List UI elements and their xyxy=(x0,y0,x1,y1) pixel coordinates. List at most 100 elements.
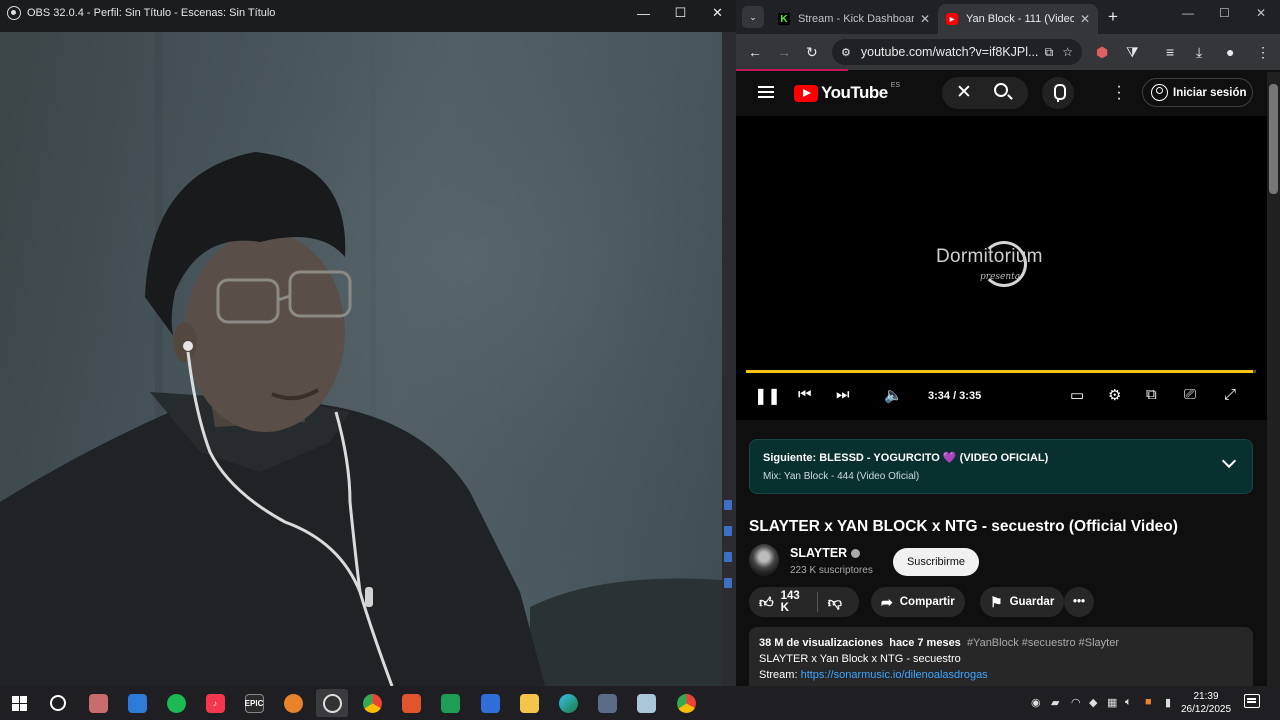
taskbar-clock[interactable]: 21:39 26/12/2025 xyxy=(1181,690,1231,716)
start-button[interactable] xyxy=(3,689,35,717)
progress-bar[interactable] xyxy=(746,370,1256,373)
tray-mic-icon[interactable]: ▮ xyxy=(1165,696,1171,709)
tray-app-orange-icon[interactable]: ■ xyxy=(1145,696,1152,708)
tray-network-icon[interactable]: ▦ xyxy=(1107,696,1117,709)
minimize-button[interactable]: — xyxy=(625,0,662,26)
tray-wifi-icon[interactable]: ◠ xyxy=(1071,696,1081,709)
youtube-logo[interactable]: YouTube ES xyxy=(794,82,900,103)
next-icon[interactable]: ⏭ xyxy=(836,386,850,403)
taskbar-app-tool[interactable] xyxy=(82,689,114,717)
hamburger-menu-icon[interactable] xyxy=(758,86,774,98)
app-blue-icon xyxy=(480,693,500,713)
fullscreen-icon[interactable]: ⤢ xyxy=(1224,386,1236,403)
progress-fill xyxy=(746,370,1254,373)
volume-icon[interactable]: 🔈 xyxy=(884,386,903,404)
forward-arrow-icon[interactable]: → xyxy=(777,43,791,61)
more-actions-button[interactable]: ••• xyxy=(1064,587,1094,617)
close-button[interactable]: ✕ xyxy=(1256,6,1266,20)
profile-icon[interactable]: ● xyxy=(1226,43,1234,61)
taskbar-epic-games[interactable]: EPIC xyxy=(238,689,270,717)
taskbar-chrome-profile[interactable] xyxy=(670,689,702,717)
chevron-down-icon[interactable] xyxy=(1221,453,1237,469)
close-button[interactable]: ✕ xyxy=(699,0,736,26)
miniplayer-icon[interactable]: ⧉ xyxy=(1146,386,1157,403)
sign-in-button[interactable]: Iniciar sesión xyxy=(1142,78,1253,107)
new-tab-button[interactable]: + xyxy=(1108,7,1118,27)
more-options-icon[interactable]: · · · xyxy=(1116,79,1122,107)
cast-icon[interactable]: ⎚ xyxy=(1184,386,1196,403)
subtitles-icon[interactable]: ▭ xyxy=(1070,386,1084,404)
dock-marker xyxy=(724,500,732,510)
taskbar-calculator[interactable] xyxy=(591,689,623,717)
search-icon[interactable] xyxy=(994,83,1008,97)
stream-link[interactable]: https://sonarmusic.io/dilenoalasdrogas xyxy=(801,669,988,681)
search-box[interactable]: ✕ xyxy=(942,77,1028,109)
share-button[interactable]: ➦ Compartir xyxy=(871,587,965,617)
extensions-puzzle-icon[interactable]: ⧩ xyxy=(1126,43,1139,61)
tab-youtube-video[interactable]: ▶ Yan Block - 111 (Video Ofi ✕ xyxy=(938,4,1098,34)
taskbar-file-explorer[interactable] xyxy=(513,689,545,717)
install-app-icon[interactable]: ⧉ xyxy=(1045,45,1054,60)
video-player[interactable]: Dormitorium presenta ❚❚ ⏮ ⏭ 🔈 3:34 / 3:3… xyxy=(736,116,1267,420)
tray-steam-icon[interactable]: ◉ xyxy=(1031,696,1041,709)
folder-icon xyxy=(519,693,539,713)
subscribe-button[interactable]: Suscribirme xyxy=(893,548,979,576)
tab-close-icon[interactable]: ✕ xyxy=(920,12,930,26)
obs-preview-canvas[interactable] xyxy=(0,32,722,686)
taskbar-store[interactable] xyxy=(121,689,153,717)
maximize-button[interactable]: ☐ xyxy=(662,0,699,26)
account-icon xyxy=(1151,84,1168,101)
taskbar-app-blue[interactable] xyxy=(474,689,506,717)
maximize-button[interactable]: ☐ xyxy=(1219,6,1230,20)
tab-search-button[interactable]: ⌄ xyxy=(742,6,764,28)
taskbar-app-orange[interactable] xyxy=(277,689,309,717)
taskbar-edge[interactable] xyxy=(552,689,584,717)
tab-kick-dashboard[interactable]: K Stream - Kick Dashboard ✕ xyxy=(770,4,938,34)
taskbar-search[interactable] xyxy=(42,689,74,717)
extension-icon[interactable]: ⬢ xyxy=(1096,43,1108,61)
minimize-button[interactable]: — xyxy=(1182,6,1194,20)
scrollbar-thumb[interactable] xyxy=(1269,84,1278,194)
taskbar-spotify[interactable] xyxy=(160,689,192,717)
back-arrow-icon[interactable]: ← xyxy=(748,43,762,61)
obs-logo-icon xyxy=(7,6,21,20)
download-icon[interactable]: ⤓ xyxy=(1196,43,1202,61)
voice-search-mic-icon[interactable] xyxy=(1042,77,1074,109)
chrome-menu-icon[interactable]: ⋮ xyxy=(1256,43,1270,61)
browser-toolbar: ← → ↻ ⚙ youtube.com/watch?v=if8KJPl... ⧉… xyxy=(736,34,1280,70)
bookmark-star-icon[interactable]: ☆ xyxy=(1062,45,1073,59)
like-dislike-group[interactable]: 👍︎ 143 K 👎︎ xyxy=(749,587,859,617)
taskbar-app-light[interactable] xyxy=(630,689,662,717)
media-queue-icon[interactable]: ≡ xyxy=(1166,43,1174,61)
tab-close-icon[interactable]: ✕ xyxy=(1080,12,1090,26)
tray-shield-icon[interactable]: ◆ xyxy=(1089,696,1097,709)
clear-search-icon[interactable]: ✕ xyxy=(956,81,972,104)
search-icon xyxy=(50,695,66,711)
music-note-icon: ♪ xyxy=(205,693,225,713)
channel-avatar[interactable] xyxy=(749,544,779,576)
app-red-icon xyxy=(401,693,421,713)
channel-name[interactable]: SLAYTER xyxy=(790,546,861,560)
reload-icon[interactable]: ↻ xyxy=(806,43,818,61)
save-button[interactable]: ⚑ Guardar xyxy=(980,587,1065,617)
previous-icon[interactable]: ⏮ xyxy=(798,386,812,403)
pause-icon[interactable]: ❚❚ xyxy=(754,386,781,406)
taskbar-app-red[interactable] xyxy=(395,689,427,717)
settings-gear-icon[interactable]: ⚙ xyxy=(1108,386,1121,404)
tray-app-icon[interactable]: ▰ xyxy=(1051,696,1059,709)
address-bar[interactable]: ⚙ youtube.com/watch?v=if8KJPl... ⧉ ☆ xyxy=(832,39,1082,65)
taskbar-app-green[interactable] xyxy=(434,689,466,717)
url-text[interactable]: youtube.com/watch?v=if8KJPl... xyxy=(861,45,1045,59)
like-thumb-icon[interactable]: 👍︎ xyxy=(759,594,774,611)
windows-taskbar: ♪ EPIC ◉ ▰ ◠ ◆ ▦ 🔈︎ ■ ▮ 21:39 26/12/2025 xyxy=(0,686,1280,720)
taskbar-chrome[interactable] xyxy=(356,689,388,717)
tray-volume-icon[interactable]: 🔈︎ xyxy=(1125,696,1132,709)
taskbar-obs[interactable] xyxy=(316,689,348,717)
dislike-thumb-icon[interactable]: 👎︎ xyxy=(828,594,842,611)
taskbar-music[interactable]: ♪ xyxy=(199,689,231,717)
site-info-icon[interactable]: ⚙ xyxy=(841,46,851,59)
description-box[interactable]: 38 M de visualizaciones hace 7 meses #Ya… xyxy=(749,627,1253,686)
notification-center-icon[interactable] xyxy=(1244,694,1260,708)
app-orange-icon xyxy=(283,693,303,713)
up-next-card[interactable]: Siguiente: BLESSD - YOGURCITO 💜 (VIDEO O… xyxy=(749,439,1253,494)
